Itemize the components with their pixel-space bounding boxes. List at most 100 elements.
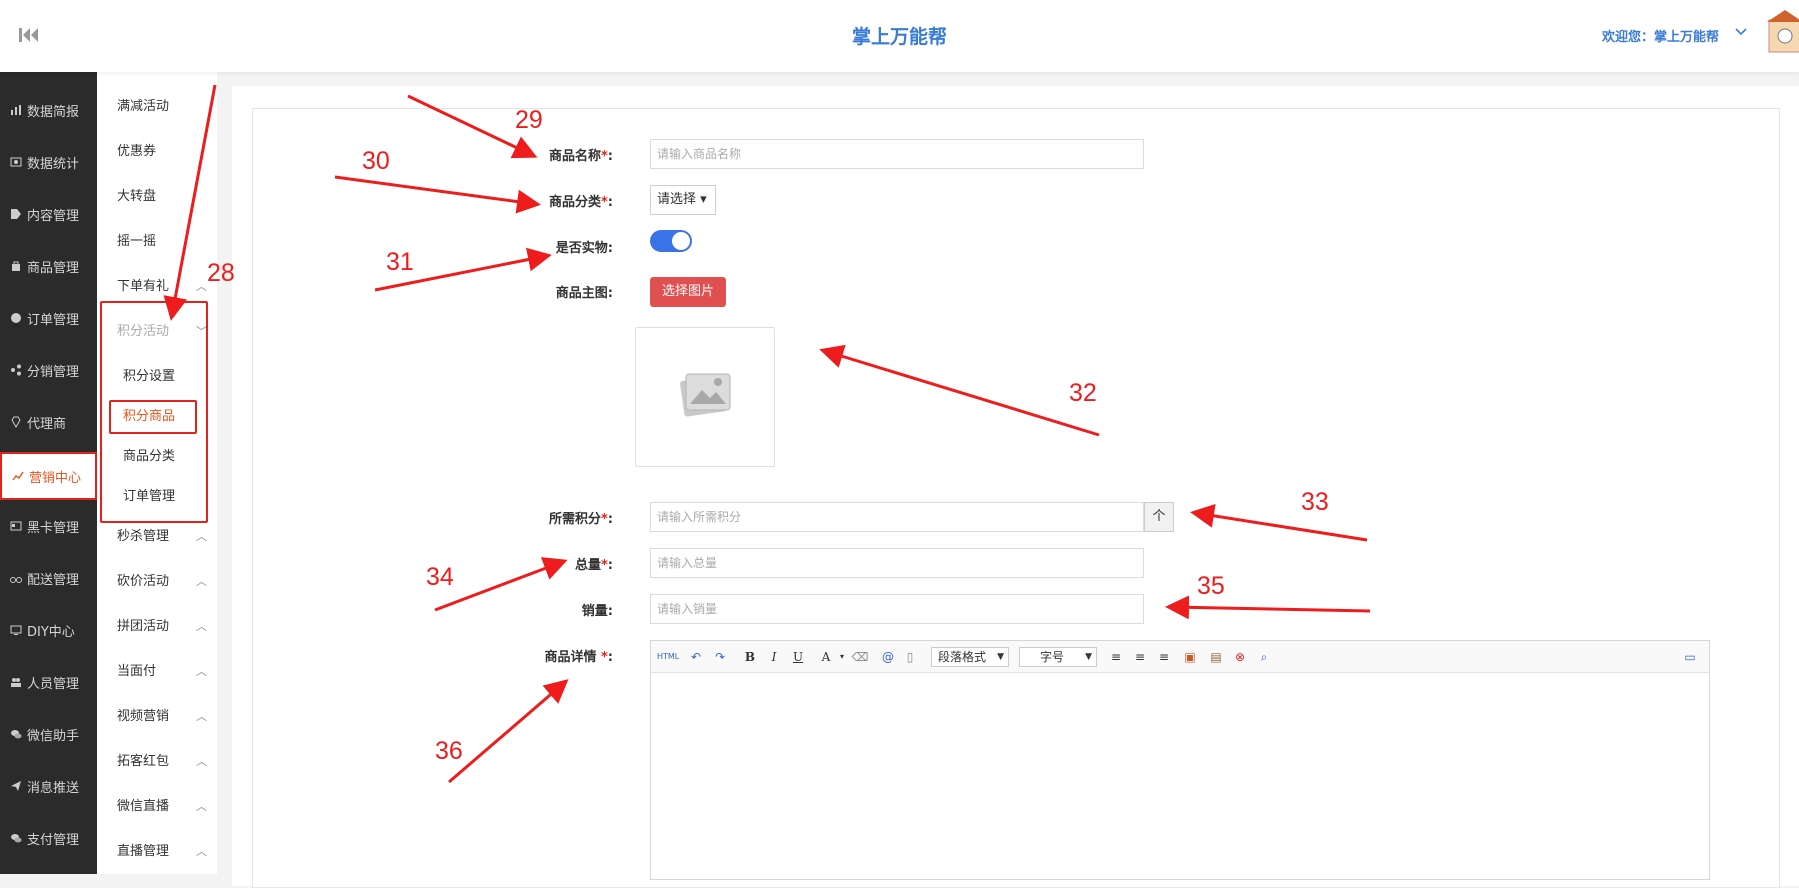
- image-placeholder[interactable]: [635, 327, 775, 467]
- diamond-icon: [11, 416, 21, 428]
- sidebar-item-marketing[interactable]: 营销中心: [0, 452, 97, 500]
- sub-item-full-reduction[interactable]: 满减活动: [117, 92, 207, 122]
- sidebar-item-delivery[interactable]: 配送管理: [0, 554, 97, 602]
- choose-image-button[interactable]: 选择图片: [650, 277, 727, 307]
- caret-down-icon[interactable]: ▾: [833, 647, 851, 667]
- sidebar-item-label: 黑卡管理: [27, 520, 80, 536]
- underline-button[interactable]: U: [789, 647, 807, 667]
- fullscreen-icon[interactable]: ▭: [1681, 647, 1699, 667]
- image-insert-icon[interactable]: ▣: [1181, 647, 1199, 667]
- sidebar-item-label: 配送管理: [27, 572, 80, 588]
- sidebar-item-blackcard[interactable]: 黑卡管理: [0, 502, 97, 550]
- order-icon: [11, 313, 21, 323]
- sales-input[interactable]: 请输入销量: [650, 594, 1144, 624]
- sub-item-wechat-live[interactable]: 微信直播 ︿: [117, 792, 207, 822]
- chevron-up-icon: ︿: [196, 530, 207, 543]
- toggle-knob: [672, 232, 690, 250]
- sidebar-item-push[interactable]: 消息推送: [0, 762, 97, 810]
- paste-icon[interactable]: ▤: [1207, 647, 1225, 667]
- select-value: 字号: [1040, 650, 1065, 664]
- sidebar-item-payment[interactable]: 支付管理: [0, 814, 97, 862]
- italic-button[interactable]: I: [765, 647, 783, 667]
- top-bar: 掌上万能帮 欢迎您：掌上万能帮: [0, 0, 1799, 72]
- sub-item-shake[interactable]: 摇一摇: [117, 227, 207, 257]
- document-icon[interactable]: ▯: [901, 647, 919, 667]
- chevron-up-icon: ︿: [196, 665, 207, 678]
- wechat-icon: [11, 730, 22, 739]
- sidebar-item-goods[interactable]: 商品管理: [0, 242, 97, 290]
- detail-label: 商品详情 *:: [544, 650, 613, 665]
- welcome-user[interactable]: 欢迎您：掌上万能帮: [1602, 26, 1719, 45]
- goods-category-select[interactable]: 请选择 ▾: [650, 185, 716, 215]
- total-label: 总量*:: [574, 558, 613, 573]
- sidebar-item-staff[interactable]: 人员管理: [0, 658, 97, 706]
- sub-item-coupon[interactable]: 优惠券: [117, 137, 207, 167]
- sub-item-bargain[interactable]: 砍价活动 ︿: [117, 567, 207, 597]
- sidebar-item-label: 数据简报: [27, 104, 80, 120]
- physical-toggle[interactable]: [650, 230, 692, 252]
- sidebar-item-wechat[interactable]: 微信助手: [0, 710, 97, 758]
- caret-down-icon: ▼: [1085, 652, 1092, 662]
- sub-item-label: 拓客红包: [117, 754, 170, 769]
- highlight-points-goods: [109, 400, 197, 434]
- sub-item-seckill[interactable]: 秒杀管理 ︿: [117, 522, 207, 552]
- sidebar-item-label: 分销管理: [27, 364, 80, 380]
- sub-item-face-pay[interactable]: 当面付 ︿: [117, 657, 207, 687]
- sub-item-label: 微信直播: [117, 799, 170, 814]
- editor-toolbar: HTML ↶ ↷ B I U A ▾ ⌫ @ ▯ 段落格式 ▼ 字号 ▼ ≡ ≡ ≡…: [651, 641, 1709, 673]
- app-title: 掌上万能帮: [851, 26, 947, 48]
- annotation-30: 30: [362, 147, 390, 175]
- html-source-button[interactable]: HTML: [657, 647, 679, 667]
- main-image-label: 商品主图:: [555, 286, 613, 301]
- points-input[interactable]: 请输入所需积分: [650, 502, 1144, 532]
- font-size-select[interactable]: 字号 ▼: [1019, 647, 1097, 667]
- clear-icon[interactable]: ⊗: [1231, 647, 1249, 667]
- select-value: 请选择: [657, 192, 697, 207]
- sub-item-group-buy[interactable]: 拼团活动 ︿: [117, 612, 207, 642]
- annotation-33: 33: [1301, 488, 1329, 516]
- sub-item-order-gift[interactable]: 下单有礼 ︿: [117, 272, 207, 302]
- sub-item-label: 下单有礼: [117, 279, 170, 294]
- sidebar-item-orders[interactable]: 订单管理: [0, 294, 97, 342]
- total-input[interactable]: 请输入总量: [650, 548, 1144, 578]
- align-left-icon[interactable]: ≡: [1107, 647, 1125, 667]
- avatar[interactable]: [1765, 8, 1799, 56]
- share-icon: [11, 364, 21, 376]
- bold-button[interactable]: B: [741, 647, 759, 667]
- chevron-down-icon[interactable]: [1733, 24, 1749, 40]
- sidebar-item-distribution[interactable]: 分销管理: [0, 346, 97, 394]
- sidebar-item-label: 代理商: [27, 416, 67, 432]
- undo-icon[interactable]: ↶: [687, 647, 705, 667]
- points-unit-addon[interactable]: 个: [1144, 502, 1174, 532]
- sidebar-item-agent[interactable]: 代理商: [0, 398, 97, 446]
- bar-chart-icon: [11, 105, 21, 115]
- eraser-icon[interactable]: ⌫: [851, 647, 869, 667]
- sidebar-item-label: 人员管理: [27, 676, 80, 692]
- stats-icon: [10, 157, 22, 167]
- sub-item-wheel[interactable]: 大转盘: [117, 182, 207, 212]
- sub-item-label: 砍价活动: [117, 574, 170, 589]
- sub-item-red-packet[interactable]: 拓客红包 ︿: [117, 747, 207, 777]
- paragraph-format-select[interactable]: 段落格式 ▼: [931, 647, 1009, 667]
- annotation-34: 34: [426, 563, 454, 591]
- pay-icon: [11, 834, 22, 843]
- anchor-icon[interactable]: @: [879, 647, 897, 667]
- sidebar-item-label: 订单管理: [27, 312, 80, 328]
- goods-name-input[interactable]: 请输入商品名称: [650, 139, 1144, 169]
- sidebar-item-data-stats[interactable]: 数据统计: [0, 138, 97, 186]
- align-center-icon[interactable]: ≡: [1131, 647, 1149, 667]
- sub-item-label: 直播管理: [117, 844, 170, 859]
- chevron-up-icon: ︿: [196, 620, 207, 633]
- sidebar-item-content[interactable]: 内容管理: [0, 190, 97, 238]
- annotation-28: 28: [207, 259, 235, 287]
- sub-item-video-marketing[interactable]: 视频营销 ︿: [117, 702, 207, 732]
- goods-category-label: 商品分类*:: [548, 195, 613, 210]
- search-icon[interactable]: ⌕: [1255, 647, 1273, 667]
- rich-text-editor[interactable]: HTML ↶ ↷ B I U A ▾ ⌫ @ ▯ 段落格式 ▼ 字号 ▼ ≡ ≡ ≡…: [650, 640, 1710, 880]
- sidebar-item-diy[interactable]: DIY中心: [0, 606, 97, 654]
- align-right-icon[interactable]: ≡: [1155, 647, 1173, 667]
- primary-sidebar: 数据简报 数据统计 内容管理 商品管理 订单管理 分销管理 代理商 营销中心 黑…: [0, 72, 97, 874]
- sub-item-live-manage[interactable]: 直播管理 ︿: [117, 837, 207, 867]
- sidebar-item-data-brief[interactable]: 数据简报: [0, 86, 97, 134]
- redo-icon[interactable]: ↷: [711, 647, 729, 667]
